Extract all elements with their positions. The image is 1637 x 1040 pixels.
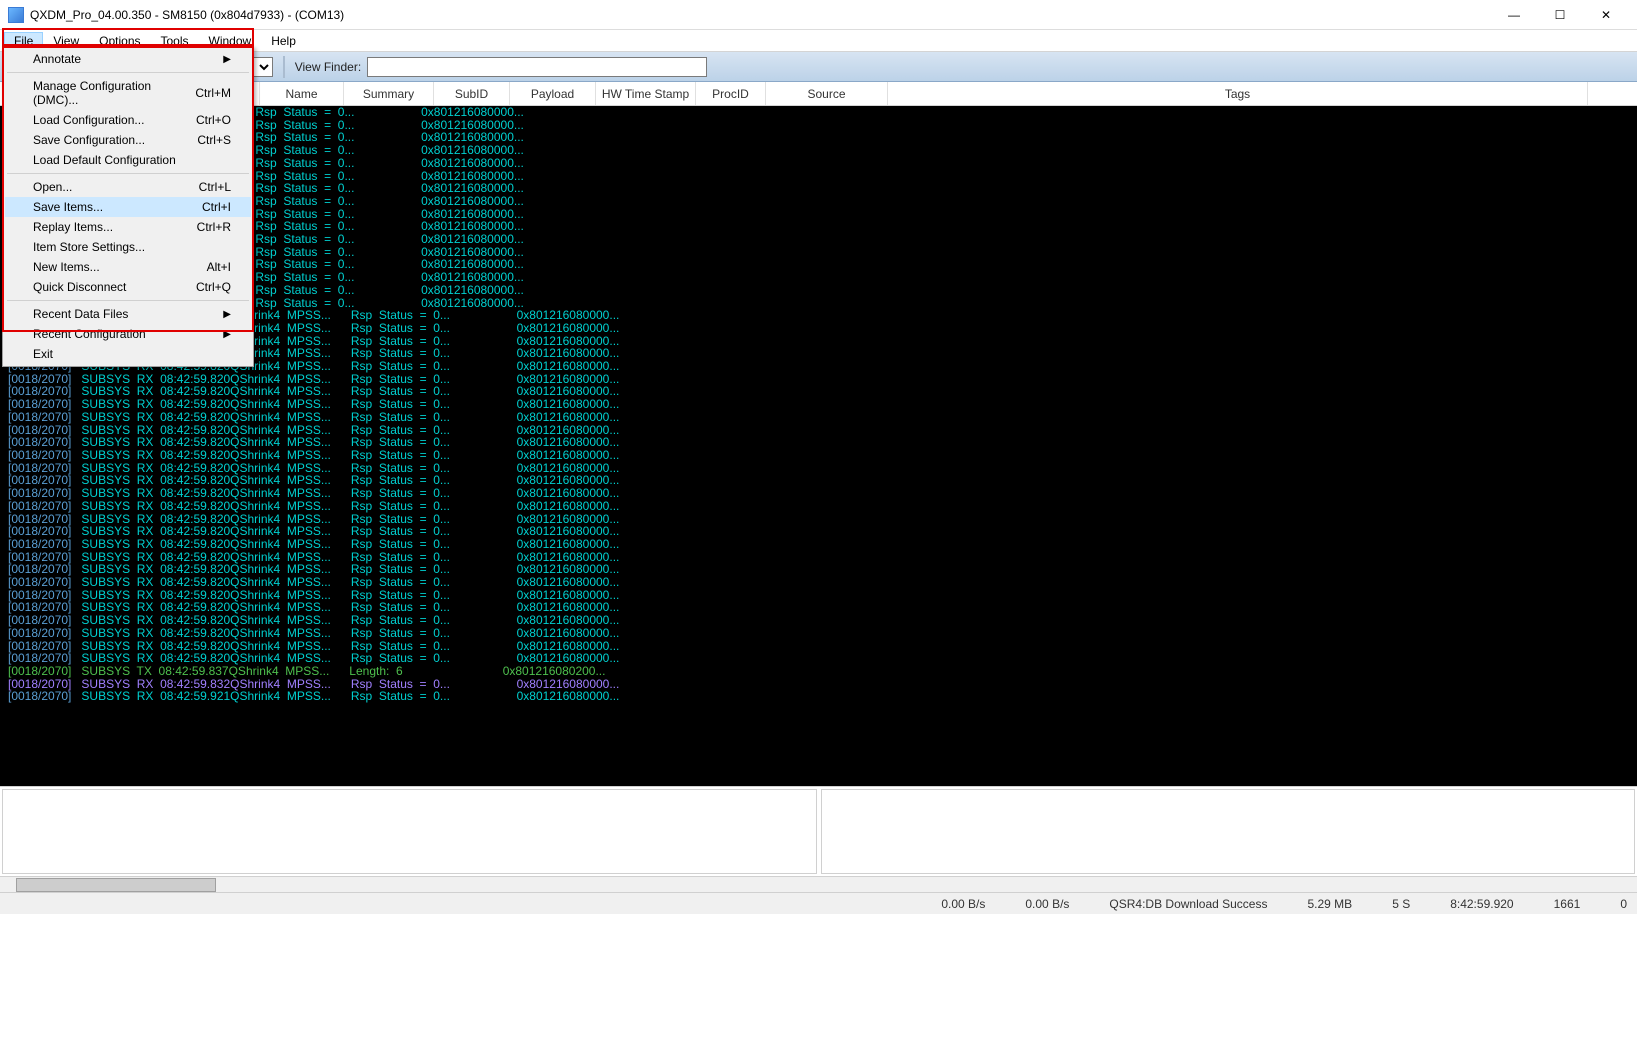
column-header[interactable]: Source [766, 82, 888, 105]
menu-separator [7, 300, 249, 301]
menu-help[interactable]: Help [261, 32, 306, 50]
menu-item[interactable]: Recent Configuration▶ [5, 324, 251, 344]
column-header[interactable]: Name [260, 82, 344, 105]
toolbar-separator [283, 56, 285, 78]
menu-item[interactable]: Open...Ctrl+L [5, 177, 251, 197]
status-n2: 0 [1620, 897, 1627, 911]
submenu-arrow-icon: ▶ [223, 54, 231, 65]
window-title: QXDM_Pro_04.00.350 - SM8150 (0x804d7933)… [30, 8, 1491, 22]
column-header[interactable]: Tags [888, 82, 1588, 105]
menu-item[interactable]: Exit [5, 344, 251, 364]
column-header[interactable]: SubID [434, 82, 510, 105]
status-size: 5.29 MB [1307, 897, 1352, 911]
status-rate2: 0.00 B/s [1025, 897, 1069, 911]
menu-item[interactable]: Save Items...Ctrl+I [5, 197, 251, 217]
viewfinder-label: View Finder: [295, 60, 361, 74]
status-msg: QSR4:DB Download Success [1109, 897, 1267, 911]
viewfinder-input[interactable] [367, 57, 707, 77]
menu-separator [7, 72, 249, 73]
status-n1: 1661 [1554, 897, 1581, 911]
menu-item[interactable]: New Items...Alt+I [5, 257, 251, 277]
column-header[interactable]: Payload [510, 82, 596, 105]
menu-item[interactable]: Load Configuration...Ctrl+O [5, 110, 251, 130]
column-header[interactable]: Summary [344, 82, 434, 105]
menu-item[interactable]: Manage Configuration (DMC)...Ctrl+M [5, 76, 251, 110]
status-rate1: 0.00 B/s [941, 897, 985, 911]
menu-item[interactable]: Quick DisconnectCtrl+Q [5, 277, 251, 297]
column-header[interactable]: HW Time Stamp [596, 82, 696, 105]
menu-item[interactable]: Replay Items...Ctrl+R [5, 217, 251, 237]
app-icon [8, 7, 24, 23]
bottom-pane-right[interactable] [821, 789, 1636, 874]
status-ts: 8:42:59.920 [1450, 897, 1513, 911]
statusbar: 0.00 B/s 0.00 B/s QSR4:DB Download Succe… [0, 892, 1637, 914]
status-sec: 5 S [1392, 897, 1410, 911]
bottom-panel [0, 786, 1637, 876]
column-header[interactable]: ProcID [696, 82, 766, 105]
file-menu-dropdown: Annotate▶ Manage Configuration (DMC)...Ct… [2, 46, 254, 367]
menu-item[interactable]: Recent Data Files▶ [5, 304, 251, 324]
menu-item[interactable]: Annotate▶ [5, 49, 251, 69]
scrollbar-thumb[interactable] [16, 878, 216, 892]
close-button[interactable]: ✕ [1583, 1, 1629, 29]
menu-separator [7, 173, 249, 174]
maximize-button[interactable]: ☐ [1537, 1, 1583, 29]
bottom-pane-left[interactable] [2, 789, 817, 874]
menu-item[interactable]: Load Default Configuration [5, 150, 251, 170]
submenu-arrow-icon: ▶ [223, 309, 231, 320]
menu-item[interactable]: Save Configuration...Ctrl+S [5, 130, 251, 150]
log-row[interactable]: [0018/2070] SUBSYS RX 08:42:59.921QShrin… [8, 690, 1637, 703]
titlebar: QXDM_Pro_04.00.350 - SM8150 (0x804d7933)… [0, 0, 1637, 30]
minimize-button[interactable]: — [1491, 1, 1537, 29]
horizontal-scrollbar[interactable] [0, 876, 1637, 892]
menu-item[interactable]: Item Store Settings... [5, 237, 251, 257]
submenu-arrow-icon: ▶ [223, 329, 231, 340]
